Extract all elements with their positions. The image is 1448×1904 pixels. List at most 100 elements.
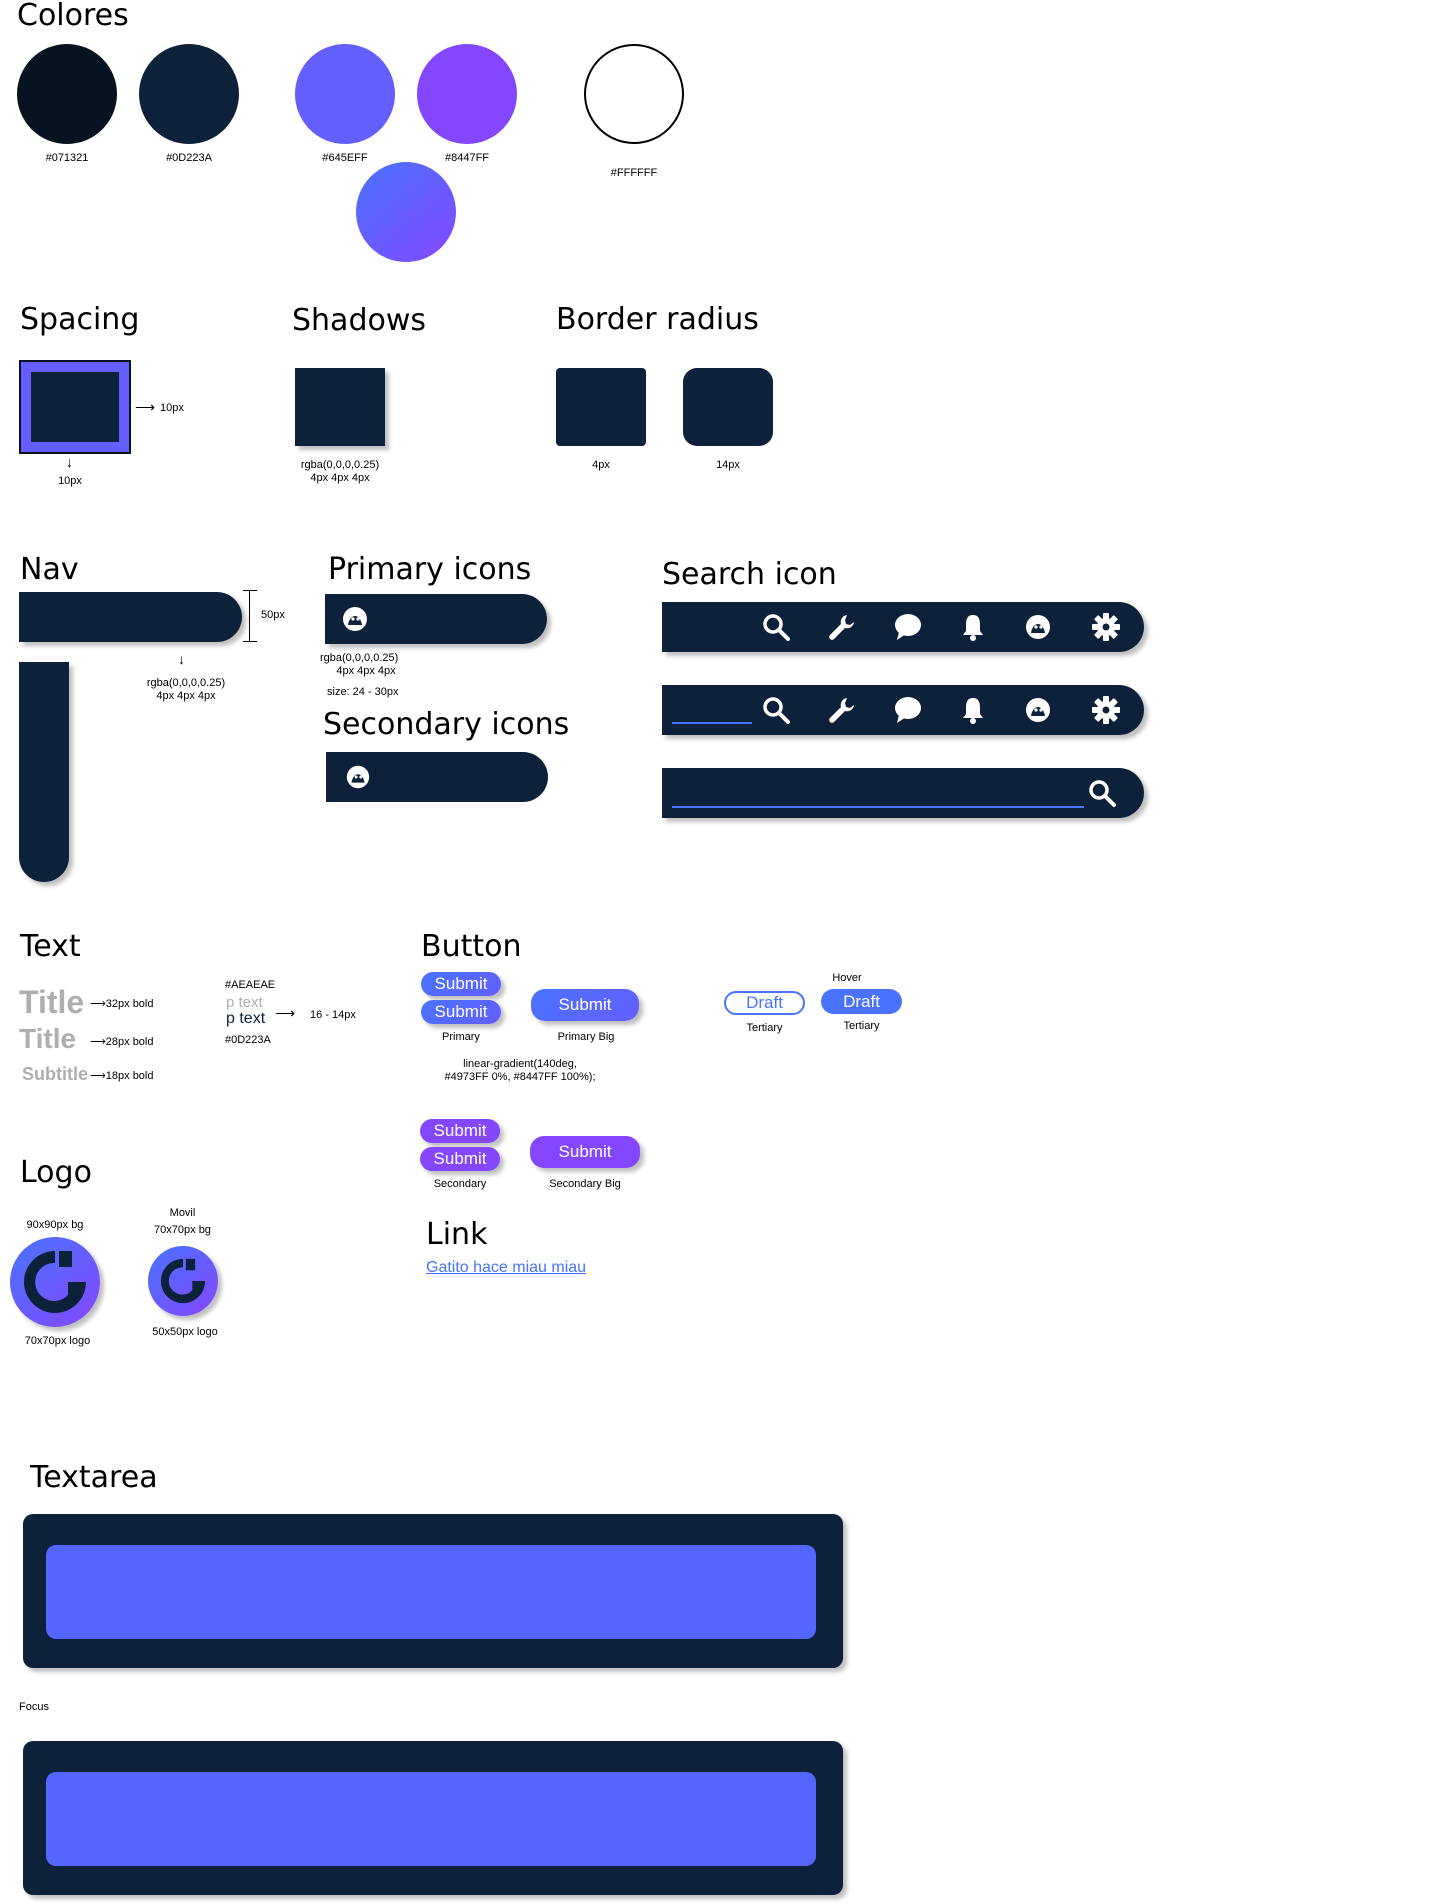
- primary-icons-bar: [325, 594, 547, 644]
- radius-large-label: 14px: [716, 459, 740, 471]
- tertiary-hover-label: Tertiary: [843, 1020, 880, 1032]
- user-face-icon[interactable]: [1023, 695, 1053, 725]
- bell-icon[interactable]: [958, 612, 988, 642]
- section-title-spacing: Spacing: [20, 302, 140, 337]
- logo-big: [10, 1237, 100, 1327]
- color-swatch-2: [139, 44, 239, 144]
- brand-logo-icon: [24, 1251, 86, 1313]
- logo-small-logo-label: 50x50px logo: [152, 1326, 218, 1338]
- color-swatch-3-label: #645EFF: [322, 152, 368, 164]
- text-p-light: p text: [226, 994, 263, 1011]
- shadow-demo-box: [295, 368, 385, 446]
- user-face-icon[interactable]: [1023, 612, 1053, 642]
- logo-small: [148, 1246, 218, 1316]
- color-swatch-1-label: #071321: [45, 152, 89, 164]
- textarea-focus-label: Focus: [19, 1701, 49, 1713]
- text-p-arrow: ⟶: [275, 1005, 296, 1021]
- radius-demo-small: [556, 368, 646, 446]
- text-subtitle-note: ⟶18px bold: [90, 1070, 154, 1082]
- spacing-demo-outer: [19, 360, 131, 454]
- tertiary-draft-button[interactable]: Draft: [724, 991, 805, 1015]
- nav-shadow-line-1: rgba(0,0,0,0.25): [146, 677, 226, 689]
- radius-demo-large: [683, 368, 773, 446]
- primary-label: Primary: [442, 1031, 480, 1043]
- section-title-button: Button: [421, 929, 522, 964]
- section-title-text: Text: [20, 929, 81, 964]
- search-icon[interactable]: [761, 612, 791, 642]
- color-swatch-4: [417, 44, 517, 144]
- nav-horizontal: [19, 592, 242, 642]
- section-title-search-icon: Search icon: [662, 557, 837, 592]
- section-title-link: Link: [426, 1217, 488, 1252]
- section-title-border-radius: Border radius: [556, 302, 759, 337]
- text-subtitle: Subtitle: [22, 1064, 88, 1084]
- section-title-secondary-icons: Secondary icons: [323, 707, 570, 742]
- color-swatch-2-label: #0D223A: [166, 152, 212, 164]
- primary-big-submit-button[interactable]: Submit: [531, 989, 639, 1021]
- gradient-line-2: #4973FF 0%, #8447FF 100%);: [444, 1071, 596, 1083]
- search-input-underline[interactable]: [672, 722, 752, 724]
- gear-icon[interactable]: [1091, 612, 1121, 642]
- textarea-input-focus[interactable]: [46, 1772, 816, 1866]
- primary-submit-button[interactable]: Submit: [421, 972, 501, 996]
- example-link[interactable]: Gatito hace miau miau: [426, 1259, 586, 1277]
- section-title-shadows: Shadows: [292, 303, 427, 338]
- tertiary-draft-button-hover[interactable]: Draft: [821, 989, 902, 1014]
- user-face-icon[interactable]: [340, 604, 370, 634]
- bell-icon[interactable]: [958, 695, 988, 725]
- color-swatch-4-label: #8447FF: [444, 152, 490, 164]
- nav-height-label: 50px: [261, 609, 285, 621]
- text-title-32-note: ⟶32px bold: [90, 998, 154, 1010]
- hover-label: Hover: [832, 972, 862, 984]
- section-title-primary-icons: Primary icons: [328, 552, 532, 587]
- radius-small-label: 4px: [592, 459, 610, 471]
- search-input-underline[interactable]: [672, 806, 1084, 808]
- user-face-icon[interactable]: [344, 763, 372, 791]
- secondary-big-submit-button[interactable]: Submit: [530, 1136, 640, 1168]
- spacing-right-label: 10px: [160, 402, 184, 414]
- text-p-color-dark: #0D223A: [225, 1034, 271, 1046]
- secondary-icons-bar: [326, 752, 548, 802]
- textarea-container-focus: [23, 1741, 843, 1895]
- search-icon[interactable]: [1087, 778, 1117, 808]
- logo-mobile-label: Movil: [169, 1207, 196, 1219]
- gear-icon[interactable]: [1091, 695, 1121, 725]
- shadow-line-2: 4px 4px 4px: [310, 472, 370, 484]
- textarea-container: [23, 1514, 843, 1668]
- section-title-textarea: Textarea: [30, 1460, 158, 1495]
- tertiary-label: Tertiary: [746, 1022, 783, 1034]
- spacing-bottom-arrow: ↓: [66, 454, 73, 470]
- textarea-input[interactable]: [46, 1545, 816, 1639]
- text-title-28-note: ⟶28px bold: [90, 1036, 154, 1048]
- color-swatch-5-label: #FFFFFF: [610, 167, 658, 179]
- spacing-right-arrow: ⟶: [135, 399, 156, 415]
- secondary-submit-button[interactable]: Submit: [420, 1119, 500, 1143]
- text-p-dark: p text: [226, 1010, 266, 1027]
- logo-big-logo-label: 70x70px logo: [24, 1335, 91, 1347]
- search-icon[interactable]: [761, 695, 791, 725]
- wrench-icon[interactable]: [827, 695, 857, 725]
- primary-icons-shadow-2: 4px 4px 4px: [336, 665, 396, 677]
- shadow-line-1: rgba(0,0,0,0.25): [300, 459, 380, 471]
- brand-logo-icon: [160, 1258, 206, 1304]
- primary-icons-size: size: 24 - 30px: [327, 686, 399, 698]
- primary-icons-shadow-1: rgba(0,0,0,0.25): [320, 652, 399, 664]
- chat-bubble-icon[interactable]: [893, 695, 923, 725]
- secondary-submit-button-alt[interactable]: Submit: [420, 1147, 500, 1171]
- logo-small-bg-label: 70x70px bg: [154, 1224, 211, 1236]
- primary-submit-button-alt[interactable]: Submit: [421, 1000, 501, 1024]
- color-swatch-1: [17, 44, 117, 144]
- secondary-big-label: Secondary Big: [549, 1178, 621, 1190]
- wrench-icon[interactable]: [827, 612, 857, 642]
- color-swatch-3: [295, 44, 395, 144]
- section-title-logo: Logo: [20, 1155, 92, 1190]
- primary-big-label: Primary Big: [557, 1031, 615, 1043]
- logo-big-bg-label: 90x90px bg: [26, 1219, 84, 1231]
- color-swatch-5: [584, 44, 684, 144]
- chat-bubble-icon[interactable]: [893, 612, 923, 642]
- color-swatch-gradient: [356, 162, 456, 262]
- search-bar-expanded: [662, 768, 1144, 818]
- text-p-color-light: #AEAEAE: [225, 979, 276, 991]
- nav-vertical: [19, 662, 69, 882]
- text-p-size: 16 - 14px: [310, 1009, 356, 1021]
